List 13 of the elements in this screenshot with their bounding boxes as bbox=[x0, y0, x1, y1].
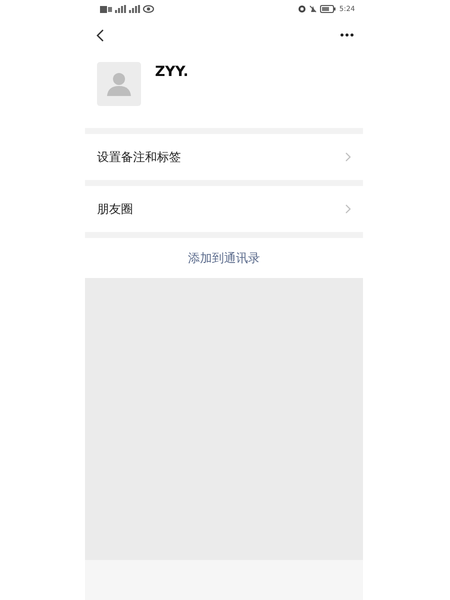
alarm-icon bbox=[298, 5, 306, 13]
chevron-icon bbox=[345, 204, 351, 214]
battery-icon bbox=[320, 5, 336, 13]
back-icon bbox=[96, 28, 104, 42]
mute-icon bbox=[309, 5, 318, 13]
eye-icon bbox=[143, 5, 154, 13]
contact-name: ZYY. bbox=[155, 64, 188, 80]
signal-icon bbox=[115, 5, 126, 13]
chevron-icon bbox=[345, 152, 351, 162]
avatar bbox=[97, 62, 141, 106]
signal-icon bbox=[129, 5, 140, 13]
sim-icon bbox=[100, 6, 112, 12]
more-icon bbox=[340, 33, 354, 37]
